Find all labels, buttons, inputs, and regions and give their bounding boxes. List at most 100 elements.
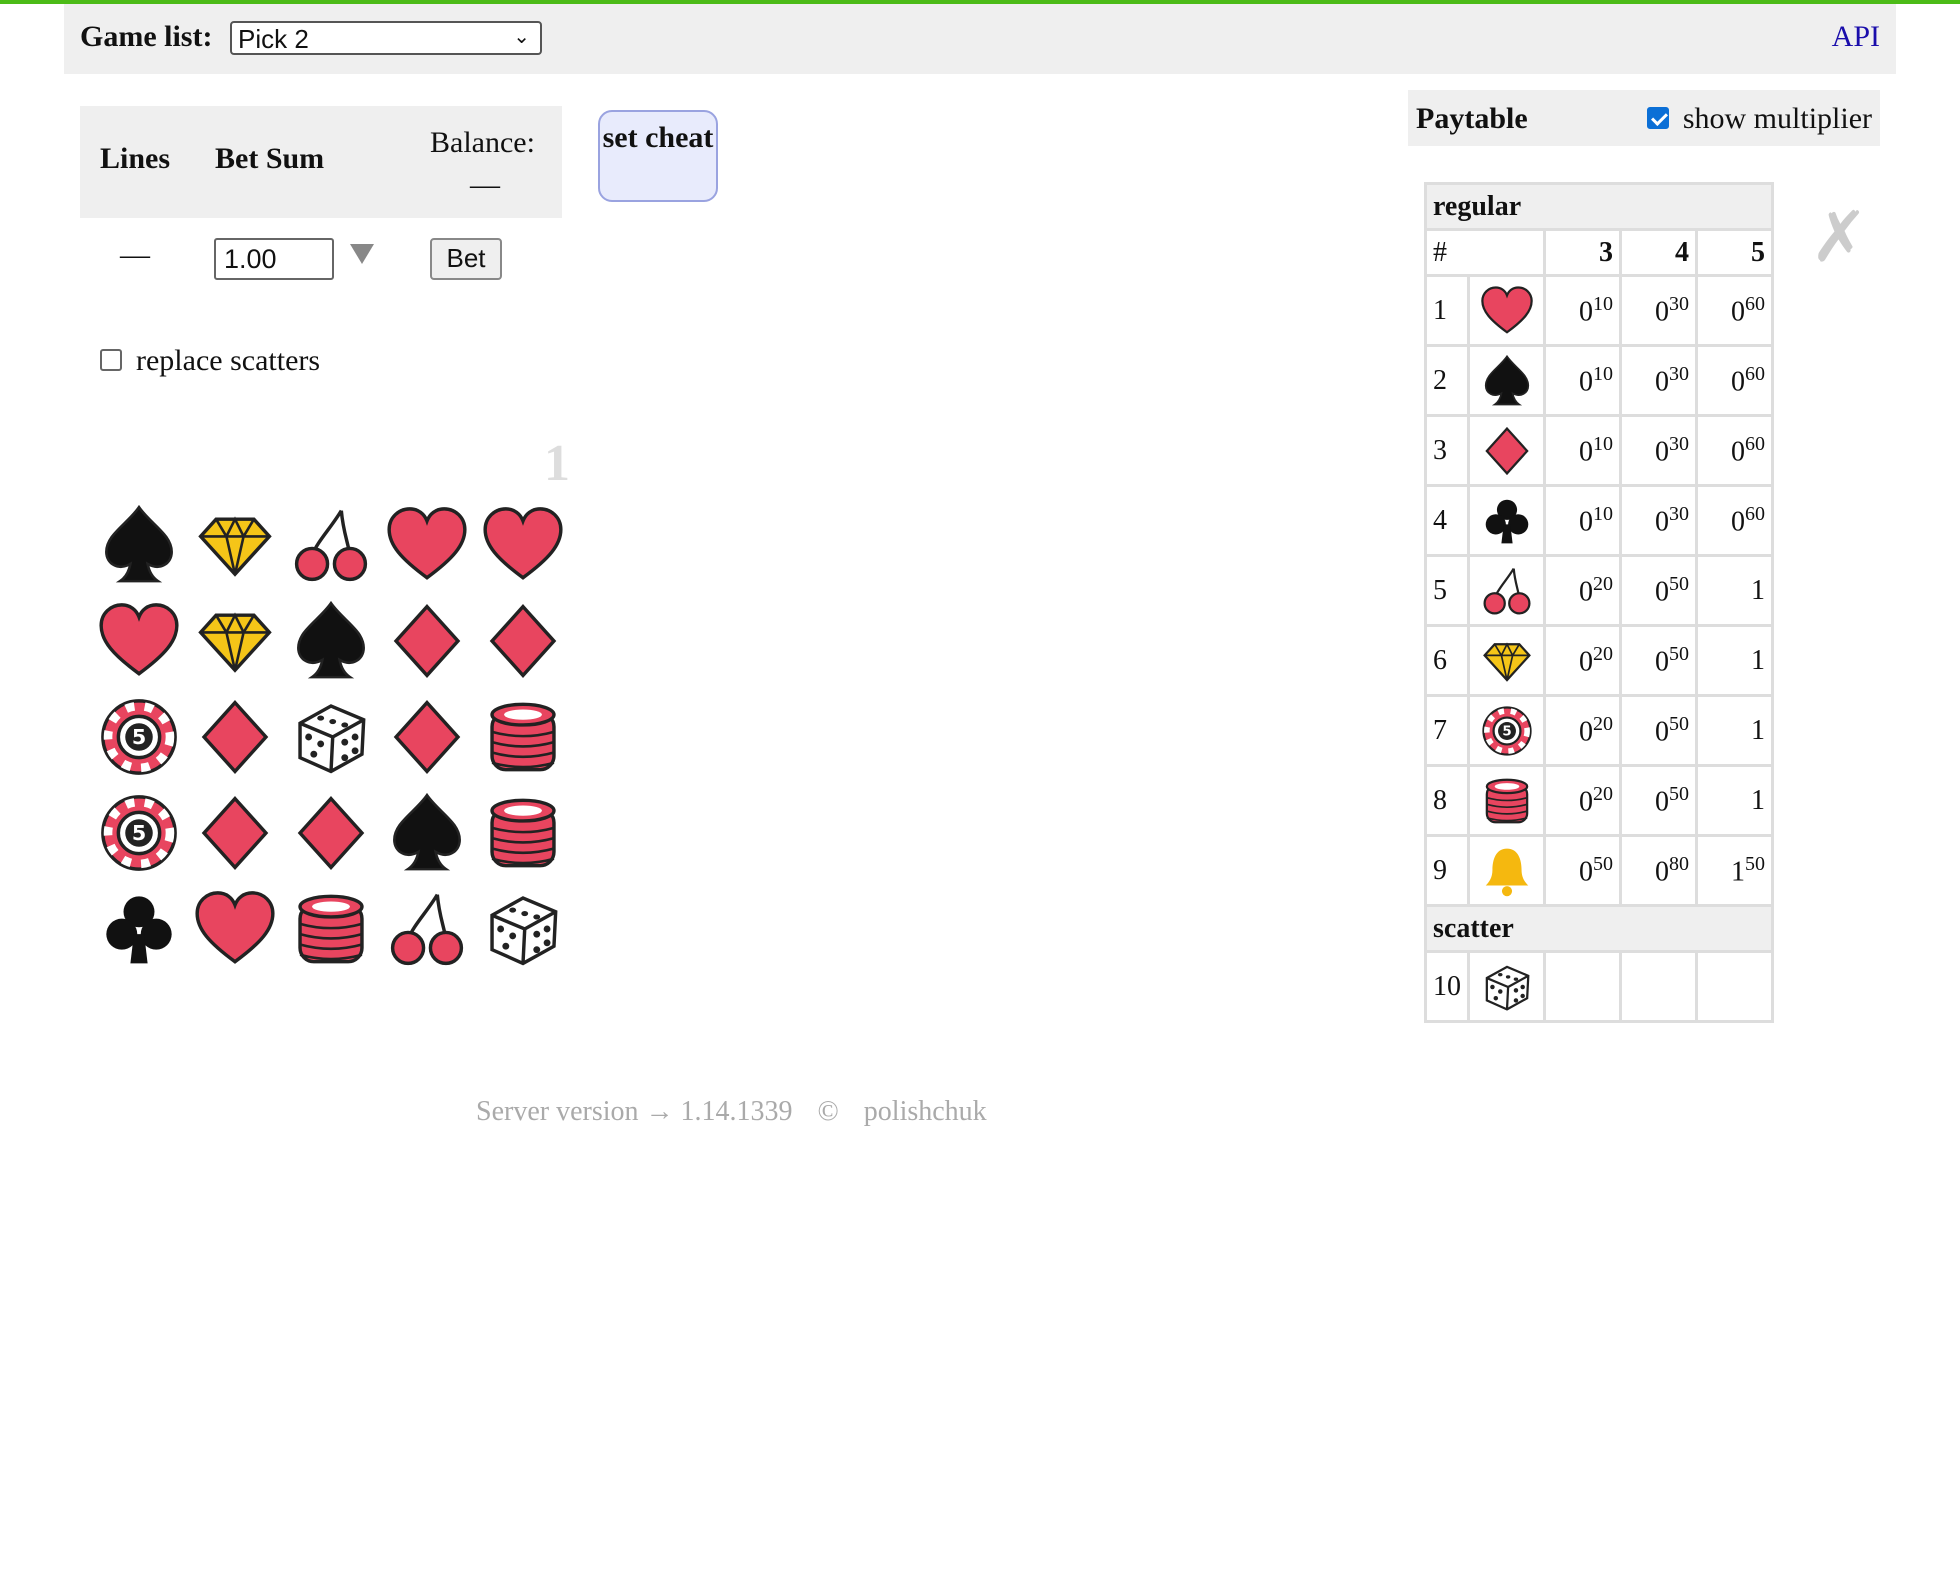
heart-icon (1467, 274, 1546, 347)
lines-label: Lines (100, 142, 171, 175)
symbol-number: 5 (1424, 554, 1470, 627)
payout-x5: 1 (1695, 624, 1774, 697)
game-select-value: Pick 2 (238, 24, 309, 54)
payout-x4: 050 (1619, 624, 1698, 697)
set-cheat-label: set cheat (602, 121, 714, 154)
copyright-symbol: © (817, 1096, 839, 1127)
heart-icon (384, 502, 470, 588)
paytable-row: 8 020 050 1 (1424, 764, 1774, 837)
paytable-row: 4 010 030 060 (1424, 484, 1774, 557)
payout-x3: 020 (1543, 764, 1622, 837)
heart-icon (192, 886, 278, 972)
diamond-icon (480, 598, 566, 684)
balance-label: Balance: (430, 126, 535, 159)
heart-icon (480, 502, 566, 588)
chip-stack-icon (288, 886, 374, 972)
paytable-column-header: # 3 4 5 (1424, 228, 1774, 277)
bet-sum-input[interactable]: 1.00 (214, 238, 334, 280)
col-header-3: 3 (1543, 228, 1622, 277)
replace-scatters-checkbox[interactable] (100, 349, 122, 372)
reel-number: 1 (544, 435, 570, 492)
header-bar: Game list: Pick 2 ⌄ API (64, 4, 1896, 74)
show-multiplier-option[interactable]: show multiplier (1646, 102, 1872, 136)
heart-icon (96, 598, 182, 684)
payout-x3: 010 (1543, 344, 1622, 417)
symbol-number: 8 (1424, 764, 1470, 837)
symbol-number: 6 (1424, 624, 1470, 697)
close-icon[interactable]: ✗ (1810, 196, 1869, 278)
paytable-row: 10 (1424, 950, 1774, 1023)
chevron-down-icon: ⌄ (513, 26, 530, 48)
svg-text:5: 5 (1502, 724, 1511, 739)
payout-x4 (1619, 950, 1698, 1023)
chip-stack-icon (1467, 764, 1546, 837)
payout-x5: 060 (1695, 344, 1774, 417)
diamond-gem-icon (192, 502, 278, 588)
footer: Server version → 1.14.1339 © polishchuk (476, 1096, 1005, 1128)
col-header-4: 4 (1619, 228, 1698, 277)
diamond-icon (288, 790, 374, 876)
server-version: Server version → 1.14.1339 (476, 1096, 793, 1127)
game-select[interactable]: Pick 2 ⌄ (230, 21, 542, 55)
chip-stack-icon (480, 694, 566, 780)
api-link[interactable]: API (1832, 20, 1880, 54)
diamond-icon (384, 598, 470, 684)
symbol-number: 4 (1424, 484, 1470, 557)
payout-x4: 030 (1619, 484, 1698, 557)
game-list-label: Game list: (80, 20, 213, 53)
cherry-icon (288, 502, 374, 588)
payout-x5: 060 (1695, 484, 1774, 557)
paytable: regular # 3 4 5 1 010 030 060 2 010 030 060 3 010… (1424, 182, 1774, 1023)
diamond-gem-icon (1467, 624, 1546, 697)
balance-value: — (470, 168, 500, 201)
dice-icon (480, 886, 566, 972)
payout-x3: 010 (1543, 484, 1622, 557)
spade-icon (96, 502, 182, 588)
symbol-number: 7 (1424, 694, 1470, 767)
payout-x3: 020 (1543, 694, 1622, 767)
replace-scatters-option[interactable]: replace scatters (100, 344, 320, 378)
dice-icon (288, 694, 374, 780)
symbol-number: 9 (1424, 834, 1470, 907)
symbol-number: 3 (1424, 414, 1470, 487)
paytable-row: 7 5 020 050 1 (1424, 694, 1774, 767)
spade-icon (1467, 344, 1546, 417)
set-cheat-button[interactable]: set cheat (598, 110, 718, 202)
col-header-number: # (1424, 228, 1546, 277)
payout-x4: 030 (1619, 344, 1698, 417)
paytable-row: 3 010 030 060 (1424, 414, 1774, 487)
regular-section-label: regular (1424, 182, 1774, 231)
scatter-section-label: scatter (1424, 904, 1774, 953)
bet-dropdown-icon[interactable] (350, 244, 374, 264)
payout-x4: 030 (1619, 414, 1698, 487)
paytable-row: 2 010 030 060 (1424, 344, 1774, 417)
club-icon (1467, 484, 1546, 557)
col-header-5: 5 (1695, 228, 1774, 277)
payout-x4: 050 (1619, 554, 1698, 627)
payout-x4: 030 (1619, 274, 1698, 347)
payout-x3: 020 (1543, 554, 1622, 627)
paytable-row: 6 020 050 1 (1424, 624, 1774, 697)
payout-x5: 060 (1695, 414, 1774, 487)
symbol-number: 1 (1424, 274, 1470, 347)
symbol-number: 10 (1424, 950, 1470, 1023)
paytable-row: 5 020 050 1 (1424, 554, 1774, 627)
payout-x5: 150 (1695, 834, 1774, 907)
show-multiplier-checkbox[interactable] (1646, 107, 1669, 130)
diamond-icon (192, 790, 278, 876)
paytable-header: Paytable show multiplier (1408, 90, 1880, 146)
chip-icon: 5 (96, 790, 182, 876)
spade-icon (384, 790, 470, 876)
paytable-title: Paytable (1416, 102, 1528, 135)
svg-text:5: 5 (132, 725, 146, 749)
payout-x5: 1 (1695, 764, 1774, 837)
chip-icon: 5 (96, 694, 182, 780)
payout-x3: 010 (1543, 274, 1622, 347)
show-multiplier-label: show multiplier (1682, 102, 1872, 135)
chip-icon: 5 (1467, 694, 1546, 767)
symbol-number: 2 (1424, 344, 1470, 417)
payout-x4: 050 (1619, 764, 1698, 837)
svg-text:5: 5 (132, 821, 146, 845)
dice-icon (1467, 950, 1546, 1023)
bet-button[interactable]: Bet (430, 238, 502, 280)
